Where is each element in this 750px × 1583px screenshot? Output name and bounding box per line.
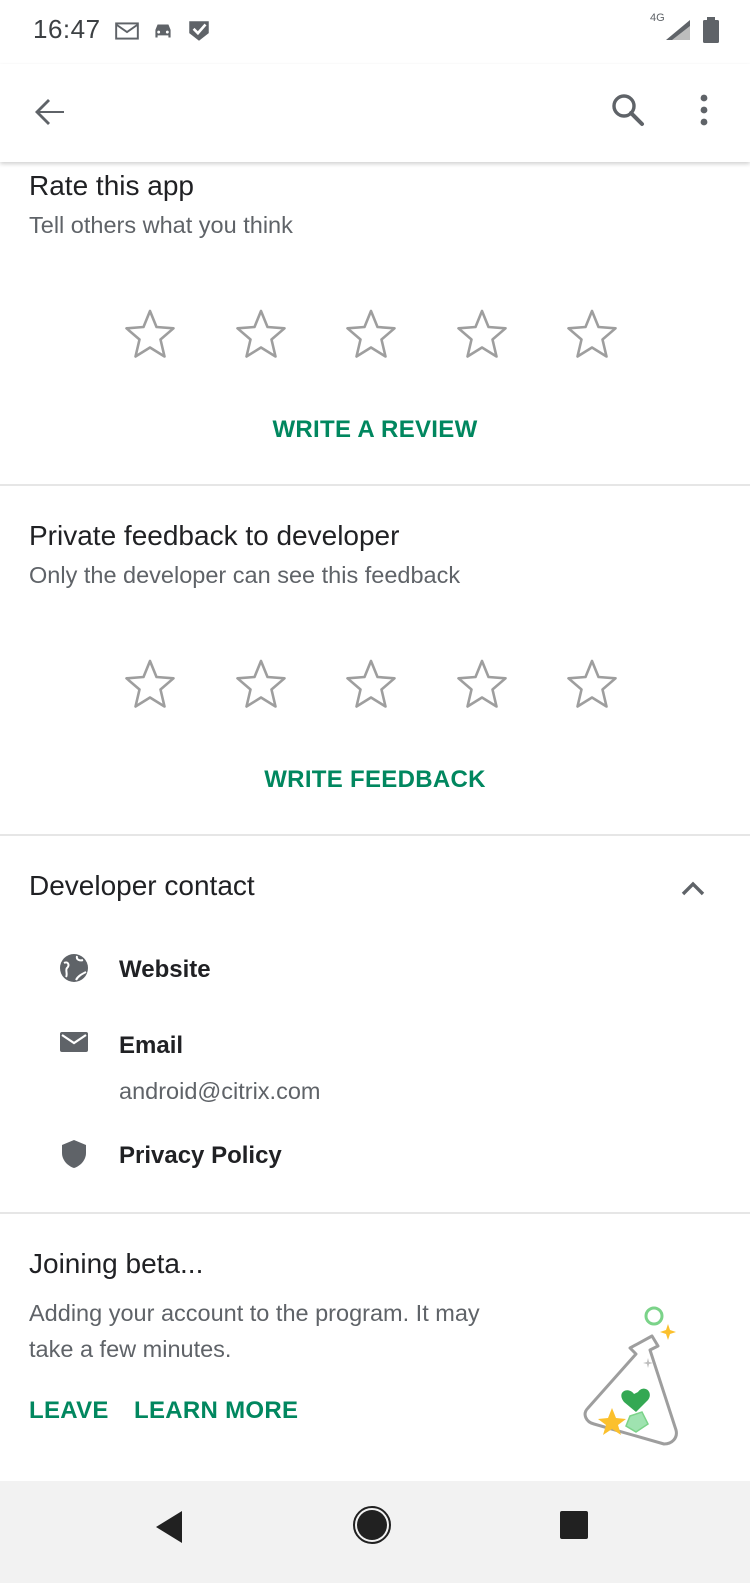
network-label: 4G	[650, 12, 665, 24]
star-outline-icon	[346, 309, 396, 358]
email-value: android@citrix.com	[119, 1078, 321, 1104]
learn-more-button[interactable]: LEARN MORE	[134, 1397, 298, 1425]
contact-title: Developer contact	[29, 870, 255, 901]
nav-home-button[interactable]	[352, 1505, 392, 1545]
nav-back-button[interactable]	[150, 1507, 190, 1547]
feedback-star-row	[122, 656, 620, 717]
rate-subtitle: Tell others what you think	[29, 212, 293, 238]
battery-icon	[703, 17, 719, 43]
star-outline-icon	[567, 659, 617, 708]
rate-star-5[interactable]	[564, 306, 620, 367]
rate-star-1[interactable]	[122, 306, 178, 367]
section-divider	[0, 484, 750, 486]
search-button[interactable]	[604, 86, 652, 134]
rate-star-row	[122, 306, 620, 367]
arrow-back-icon	[35, 99, 64, 125]
section-divider	[0, 1212, 750, 1214]
nav-back-triangle-icon	[156, 1511, 182, 1543]
star-outline-icon	[346, 659, 396, 708]
nav-home-circle-icon	[353, 1506, 391, 1544]
write-review-button[interactable]: WRITE A REVIEW	[0, 416, 750, 444]
website-row[interactable]: Website	[0, 940, 750, 1000]
feedback-star-3[interactable]	[343, 656, 399, 717]
feedback-star-4[interactable]	[454, 656, 510, 717]
beta-message-line-2: take a few minutes.	[29, 1336, 232, 1362]
leave-button[interactable]: LEAVE	[29, 1397, 109, 1425]
email-icon	[60, 1032, 88, 1052]
privacy-policy-row[interactable]: Privacy Policy	[0, 1126, 750, 1186]
privacy-policy-label: Privacy Policy	[119, 1142, 282, 1169]
system-nav-bar	[0, 1481, 750, 1583]
website-label: Website	[119, 956, 211, 983]
status-time: 16:47	[33, 14, 101, 44]
write-feedback-button[interactable]: WRITE FEEDBACK	[0, 766, 750, 794]
feedback-title: Private feedback to developer	[29, 520, 400, 551]
feedback-star-2[interactable]	[233, 656, 289, 717]
car-icon	[155, 24, 171, 38]
star-outline-icon	[456, 659, 507, 708]
star-outline-icon	[125, 659, 175, 708]
feedback-star-5[interactable]	[564, 656, 620, 717]
status-icons-right: 4G	[650, 12, 720, 44]
developer-contact-header[interactable]: Developer contact	[0, 836, 750, 936]
checkmark-badge-icon	[189, 21, 209, 41]
beta-flask-illustration	[583, 1306, 678, 1446]
star-outline-icon	[567, 309, 617, 358]
app-toolbar	[0, 64, 750, 162]
star-outline-icon	[235, 309, 286, 358]
globe-icon	[60, 954, 88, 982]
star-outline-icon	[235, 659, 286, 708]
rate-star-4[interactable]	[454, 306, 510, 367]
4g-signal-icon: 4G	[650, 12, 694, 44]
more-options-button[interactable]	[686, 86, 734, 134]
nav-recents-button[interactable]	[558, 1509, 590, 1541]
back-button[interactable]	[26, 88, 74, 136]
chevron-up-icon	[681, 881, 705, 896]
beta-message-line-1: Adding your account to the program. It m…	[29, 1300, 480, 1326]
rate-star-3[interactable]	[343, 306, 399, 367]
feedback-star-1[interactable]	[122, 656, 178, 717]
rate-star-2[interactable]	[233, 306, 289, 367]
email-row[interactable]: Email android@citrix.com	[0, 1016, 750, 1116]
star-outline-icon	[125, 309, 175, 358]
star-outline-icon	[456, 309, 507, 358]
nav-recents-square-icon	[560, 1511, 588, 1539]
status-icons-left	[114, 18, 212, 44]
beta-title: Joining beta...	[29, 1248, 204, 1279]
shield-icon	[62, 1140, 86, 1168]
status-bar: 16:47 4G	[0, 0, 750, 64]
rate-title: Rate this app	[29, 170, 194, 201]
email-label: Email	[119, 1032, 184, 1059]
more-vert-icon	[700, 94, 708, 126]
search-icon	[612, 94, 644, 126]
feedback-subtitle: Only the developer can see this feedback	[29, 562, 461, 588]
mail-icon	[115, 22, 139, 40]
